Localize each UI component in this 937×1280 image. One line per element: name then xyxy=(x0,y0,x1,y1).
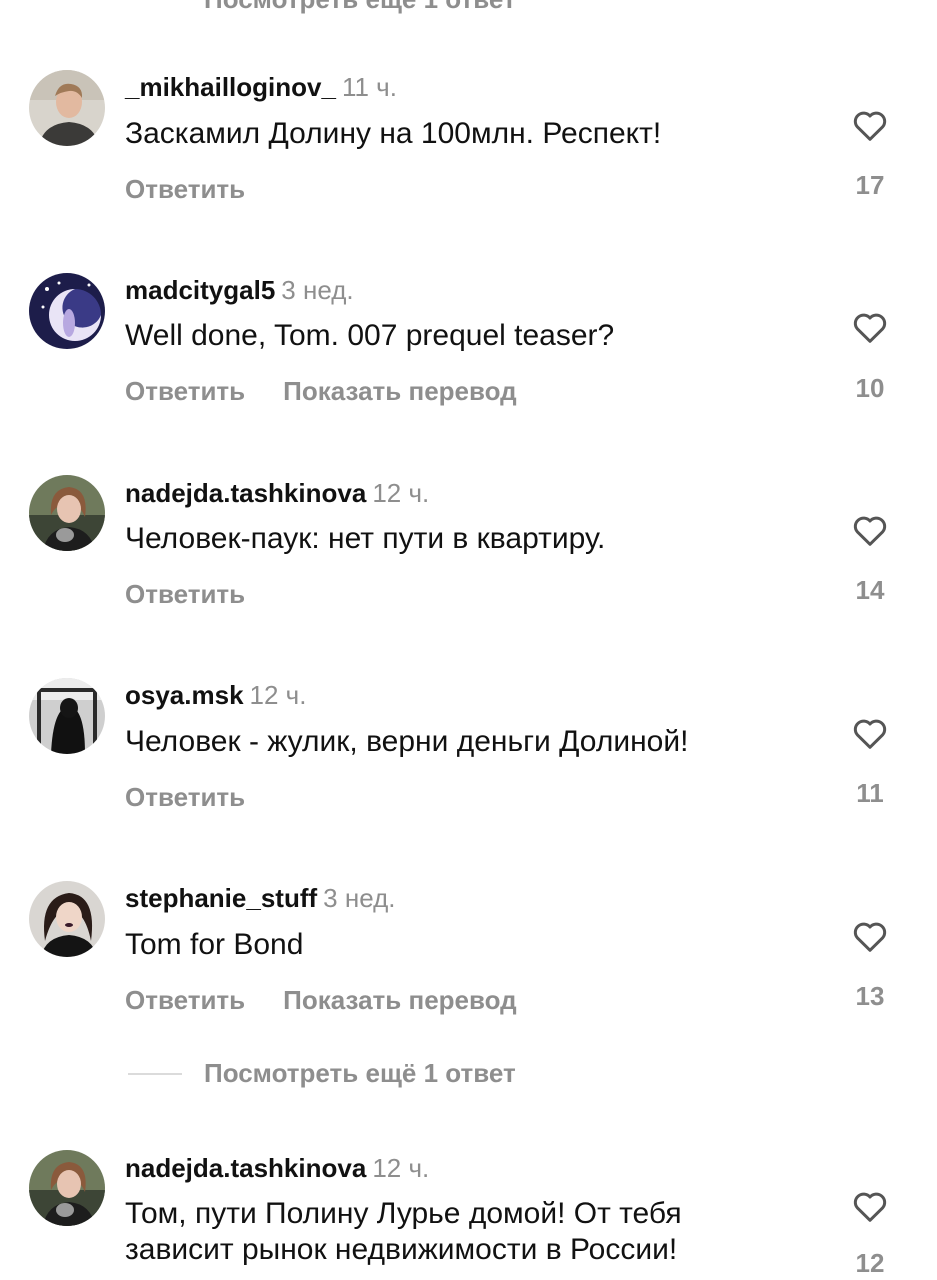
timestamp: 12 ч. xyxy=(249,680,307,710)
avatar[interactable] xyxy=(29,475,105,551)
comment-text: Человек-паук: нет пути в квартиру. xyxy=(125,522,606,555)
timestamp: 3 нед. xyxy=(281,275,354,305)
comment-text: Заскамил Долину на 100млн. Респект! xyxy=(125,117,662,150)
view-more-replies-partial[interactable]: Посмотреть ещё 1 ответ xyxy=(204,0,516,15)
avatar[interactable] xyxy=(29,273,105,349)
avatar[interactable] xyxy=(29,678,105,754)
dark-figure-avatar-icon xyxy=(29,678,105,754)
comment-actions: Ответить xyxy=(125,579,245,610)
comment-text: Человек - жулик, верни деньги Долиной! xyxy=(125,725,689,758)
username[interactable]: stephanie_stuff xyxy=(125,883,317,913)
username[interactable]: nadejda.tashkinova xyxy=(125,478,366,508)
reply-button[interactable]: Ответить xyxy=(125,376,245,406)
woman-dark-hair-avatar-icon xyxy=(29,881,105,957)
view-more-replies-label[interactable]: Посмотреть ещё 1 ответ xyxy=(204,1058,516,1088)
like-count: 10 xyxy=(855,373,885,403)
comment-header: nadejda.tashkinova 12 ч. xyxy=(125,478,429,509)
like-count: 14 xyxy=(855,575,885,605)
comment-header: madcitygal5 3 нед. xyxy=(125,275,354,306)
comment-header: stephanie_stuff 3 нед. xyxy=(125,883,395,914)
avatar[interactable] xyxy=(29,1150,105,1226)
username[interactable]: _mikhailloginov_ xyxy=(125,72,336,102)
timestamp: 11 ч. xyxy=(341,72,397,102)
avatar[interactable] xyxy=(29,70,105,146)
avatar[interactable] xyxy=(29,881,105,957)
show-translation-button[interactable]: Показать перевод xyxy=(283,376,517,406)
like-count: 17 xyxy=(855,170,885,200)
view-more-replies[interactable]: Посмотреть ещё 1 ответ xyxy=(128,1058,516,1088)
comment-text: Well done, Tom. 007 prequel teaser? xyxy=(125,319,615,352)
reply-button[interactable]: Ответить xyxy=(125,782,245,812)
heart-icon[interactable] xyxy=(850,1186,890,1226)
like-count: 11 xyxy=(856,778,884,808)
username[interactable]: osya.msk xyxy=(125,680,244,710)
comment-header: _mikhailloginov_ 11 ч. xyxy=(125,72,397,103)
heart-icon[interactable] xyxy=(850,105,890,145)
heart-icon[interactable] xyxy=(850,916,890,956)
comment-text: Том, пути Полину Лурье домой! От тебя за… xyxy=(125,1197,682,1266)
heart-icon[interactable] xyxy=(850,713,890,753)
timestamp: 12 ч. xyxy=(372,1153,430,1183)
divider-line xyxy=(128,1072,182,1075)
timestamp: 3 нед. xyxy=(323,883,396,913)
comment-actions: Ответить Показать перевод xyxy=(125,985,517,1016)
show-translation-button[interactable]: Показать перевод xyxy=(283,985,517,1015)
like-count: 13 xyxy=(855,981,885,1011)
like-count: 12 xyxy=(855,1248,885,1278)
woman-portrait-avatar-icon xyxy=(29,475,105,551)
username[interactable]: nadejda.tashkinova xyxy=(125,1153,366,1183)
comment-text: Tom for Bond xyxy=(125,928,304,961)
moon-stars-artwork-avatar-icon xyxy=(29,273,105,349)
heart-icon[interactable] xyxy=(850,307,890,347)
man-portrait-avatar-icon xyxy=(29,70,105,146)
username[interactable]: madcitygal5 xyxy=(125,275,275,305)
reply-button[interactable]: Ответить xyxy=(125,174,245,204)
reply-button[interactable]: Ответить xyxy=(125,985,245,1015)
comment-header: osya.msk 12 ч. xyxy=(125,680,306,711)
reply-button[interactable]: Ответить xyxy=(125,579,245,609)
woman-portrait-avatar-icon xyxy=(29,1150,105,1226)
comment-actions: Ответить Показать перевод xyxy=(125,376,517,407)
timestamp: 12 ч. xyxy=(372,478,430,508)
comment-actions: Ответить xyxy=(125,174,245,205)
comment-actions: Ответить xyxy=(125,782,245,813)
comment-header: nadejda.tashkinova 12 ч. xyxy=(125,1153,429,1184)
heart-icon[interactable] xyxy=(850,510,890,550)
